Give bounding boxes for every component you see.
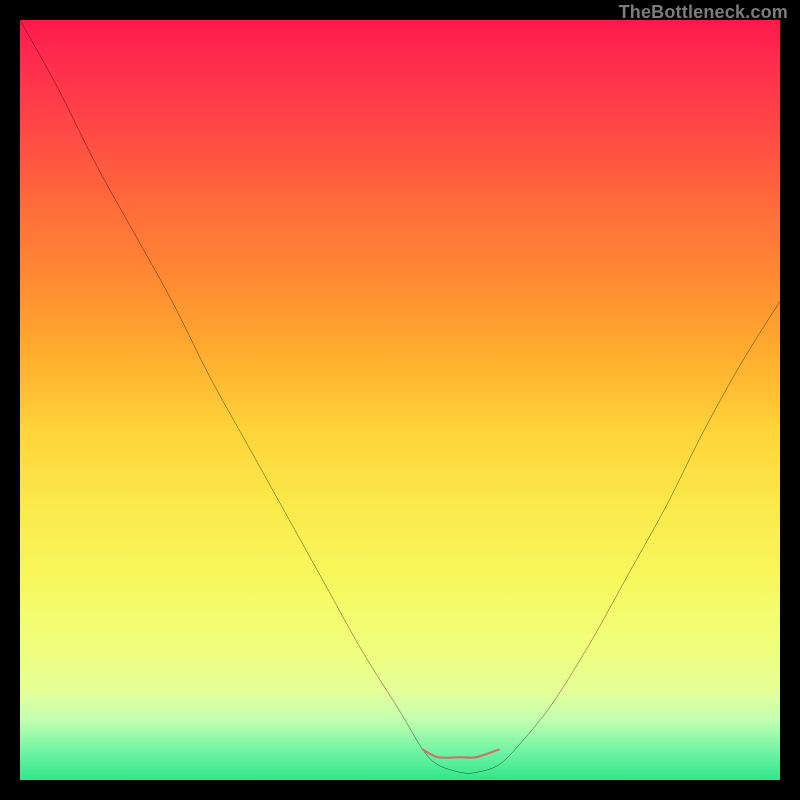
curve-layer (20, 20, 780, 780)
bottleneck-curve (20, 20, 780, 773)
plot-area (20, 20, 780, 780)
optimal-range-marker (423, 750, 499, 758)
attribution-text: TheBottleneck.com (619, 2, 788, 23)
chart-frame: TheBottleneck.com (0, 0, 800, 800)
